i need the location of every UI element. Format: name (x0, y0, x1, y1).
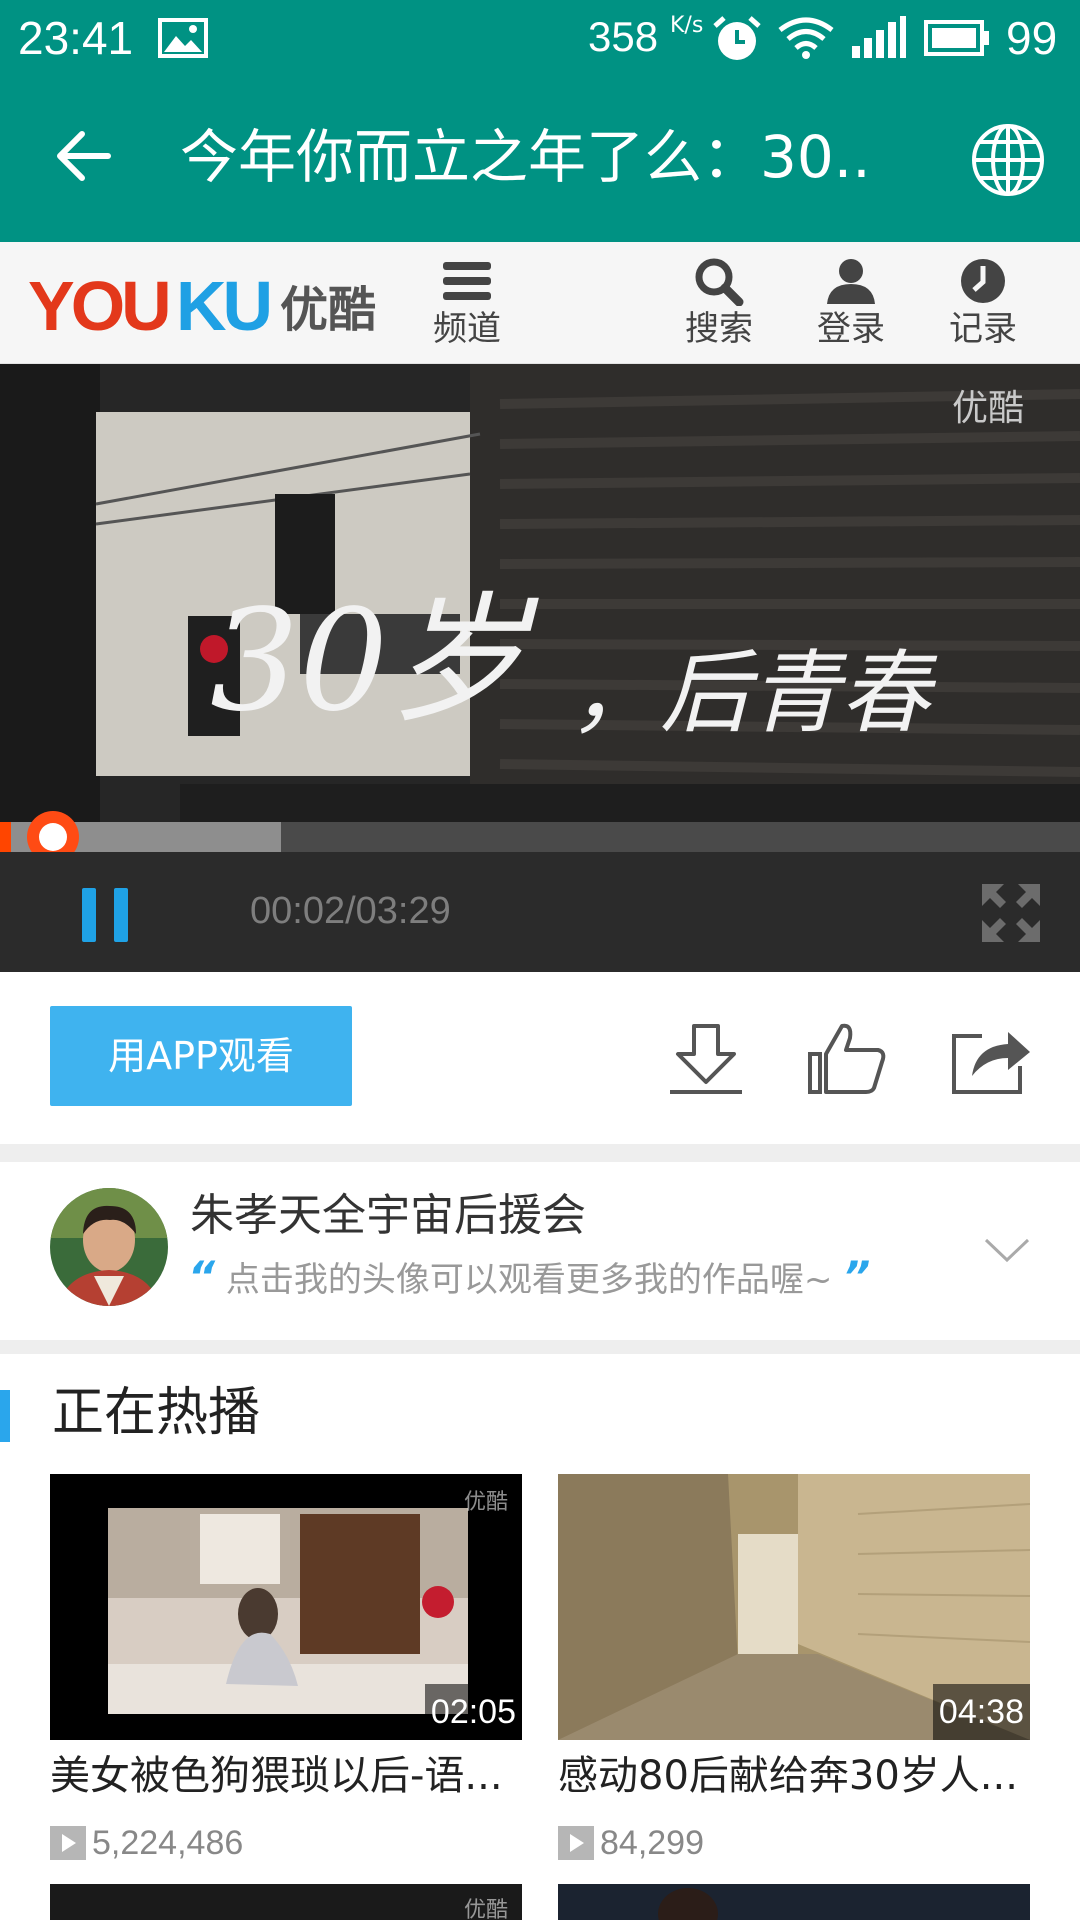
nav-login-label: 登录 (817, 309, 885, 349)
globe-icon[interactable] (970, 122, 1046, 198)
video-card-partial[interactable]: 优酷 (50, 1884, 522, 1920)
nav-search[interactable]: 搜索 (674, 256, 764, 356)
play-count-icon (558, 1826, 594, 1860)
video-overlay-text: 30岁 (210, 580, 539, 743)
view-count: 84,299 (558, 1822, 1030, 1866)
section-accent-bar (0, 1390, 10, 1442)
gallery-icon (158, 18, 208, 58)
divider (0, 1340, 1080, 1354)
pause-icon[interactable] (82, 888, 128, 942)
play-count-icon (50, 1826, 86, 1860)
view-count-number: 84,299 (600, 1824, 704, 1862)
quote-close: ” (843, 1252, 871, 1301)
nav-channels[interactable]: 频道 (422, 256, 512, 356)
video-title[interactable]: 美女被色狗猥琐以后-语... (50, 1750, 522, 1802)
svg-text:KU: KU (176, 268, 270, 345)
uploader-card[interactable]: 朱孝天全宇宙后援会 “ 点击我的头像可以观看更多我的作品喔~ ” (0, 1162, 1080, 1340)
fullscreen-icon[interactable] (980, 882, 1042, 944)
history-icon (961, 259, 1005, 303)
download-icon[interactable] (664, 1020, 748, 1096)
time-display: 00:02/03:29 (250, 890, 451, 932)
youku-logo[interactable]: YOU KU 优酷 (28, 268, 394, 352)
player-controls: 00:02/03:29 (0, 852, 1080, 972)
wifi-icon (778, 17, 834, 59)
video-card-partial[interactable] (558, 1884, 1030, 1920)
nav-history[interactable]: 记录 (938, 256, 1028, 356)
video-thumbnail[interactable]: 04:38 (558, 1474, 1030, 1740)
video-thumbnail[interactable]: 优酷 02:05 (50, 1474, 522, 1740)
uploader-slogan: “ 点击我的头像可以观看更多我的作品喔~ ” (188, 1254, 870, 1303)
svg-text:YOU: YOU (28, 268, 168, 345)
back-arrow-icon[interactable] (56, 130, 112, 182)
view-count: 5,224,486 (50, 1822, 522, 1866)
action-row: 用APP观看 (0, 972, 1080, 1144)
uploader-name: 朱孝天全宇宙后援会 (190, 1190, 586, 1241)
nav-channels-label: 频道 (433, 309, 501, 349)
avatar[interactable] (50, 1188, 168, 1306)
alarm-icon (713, 16, 761, 60)
network-speed-unit: K/s (670, 13, 704, 38)
status-bar: 23:41 358 K/s 99 (0, 0, 1080, 76)
video-card[interactable]: 04:38 感动80后献给奔30岁人... 84,299 (558, 1474, 1030, 1866)
page-title: 今年你而立之年了么：30.. (180, 123, 871, 191)
progress-played (0, 822, 11, 852)
progress-bar[interactable] (0, 811, 1080, 863)
network-speed: 358 (588, 13, 659, 60)
screen: 23:41 358 K/s 99 今年你而立之年了么：30.. YOU KU 优… (0, 0, 1080, 1920)
battery-icon (924, 20, 989, 56)
nav-history-label: 记录 (949, 309, 1017, 349)
hot-section: 正在热播 优酷 02:05 美女被色狗猥琐以后-语... 5,224,486 0… (0, 1354, 1080, 1920)
svg-text:优酷: 优酷 (280, 282, 376, 338)
like-icon[interactable] (806, 1020, 890, 1096)
share-icon[interactable] (948, 1020, 1032, 1096)
youku-header: YOU KU 优酷 频道 搜索 登录 记录 (0, 242, 1080, 364)
menu-icon (443, 262, 491, 300)
status-time: 23:41 (18, 12, 134, 64)
video-player[interactable]: 30岁 ，后青春 优酷 (0, 364, 1080, 822)
slogan-text: 点击我的头像可以观看更多我的作品喔~ (225, 1260, 833, 1300)
divider (0, 1144, 1080, 1162)
video-duration: 02:05 (424, 1684, 522, 1740)
video-title[interactable]: 感动80后献给奔30岁人... (558, 1750, 1030, 1802)
view-count-number: 5,224,486 (92, 1824, 244, 1862)
svg-text:，后青春: ，后青春 (570, 641, 938, 746)
thumbnail-watermark: 优酷 (463, 1490, 508, 1515)
nav-login[interactable]: 登录 (806, 256, 896, 356)
search-icon (695, 258, 744, 306)
video-frame: 30岁 ，后青春 优酷 (0, 364, 1080, 822)
quote-open: “ (188, 1252, 216, 1301)
user-icon (827, 259, 875, 304)
chevron-down-icon[interactable] (982, 1232, 1032, 1268)
thumbnail-image (558, 1884, 1030, 1920)
thumbnail-watermark: 优酷 (463, 1898, 508, 1920)
section-title: 正在热播 (52, 1383, 261, 1443)
watch-in-app-button[interactable]: 用APP观看 (50, 1006, 352, 1106)
svg-text:优酷: 优酷 (952, 388, 1024, 429)
app-bar: 今年你而立之年了么：30.. (0, 76, 1080, 242)
battery-percent: 99 (1006, 12, 1058, 64)
video-duration: 04:38 (932, 1684, 1030, 1740)
video-card[interactable]: 优酷 02:05 美女被色狗猥琐以后-语... 5,224,486 (50, 1474, 522, 1866)
nav-search-label: 搜索 (685, 309, 753, 349)
signal-icon (852, 16, 906, 58)
